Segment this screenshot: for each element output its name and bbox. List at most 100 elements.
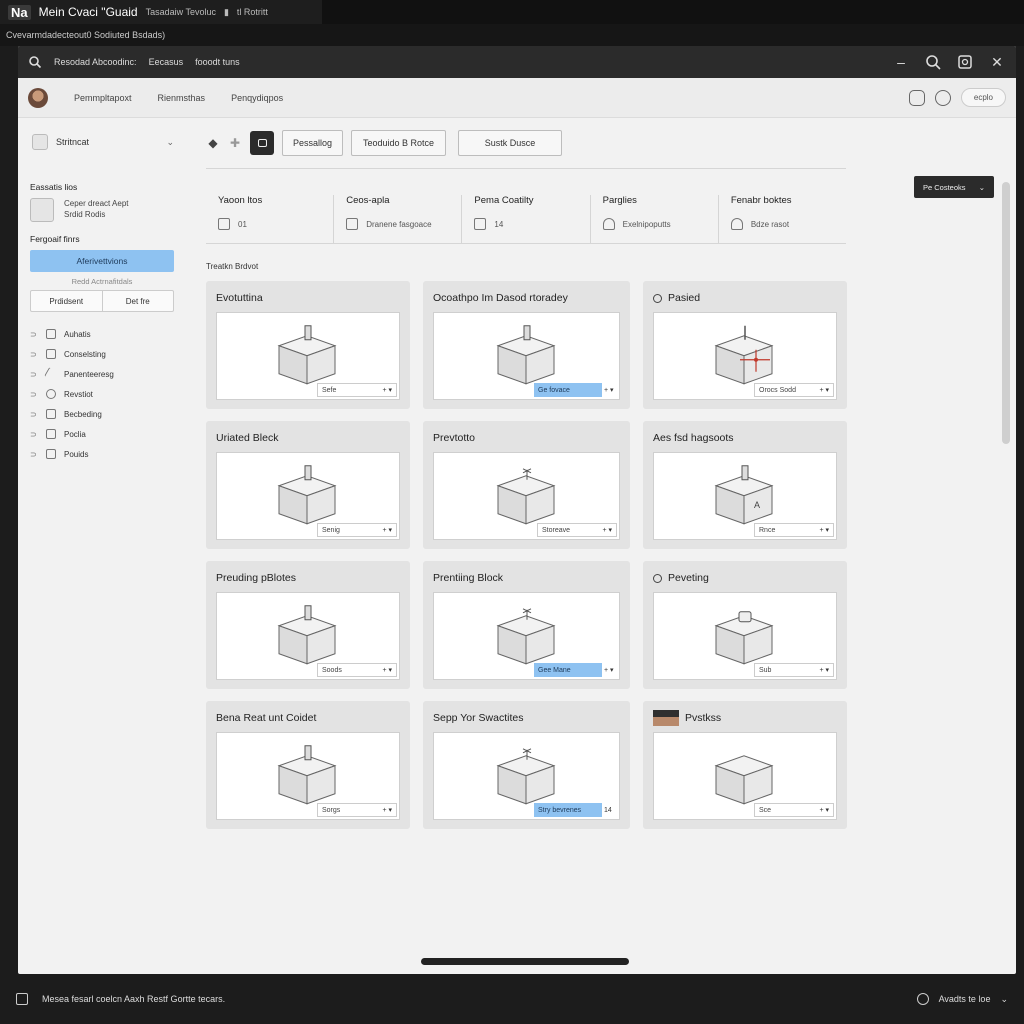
cube-icon — [277, 325, 337, 385]
power-icon[interactable] — [916, 993, 929, 1005]
screenshot-icon[interactable] — [956, 53, 974, 71]
block-preview[interactable]: Orocs Sodd + ▾ — [653, 312, 837, 400]
block-preview[interactable]: Sub + ▾ — [653, 592, 837, 680]
stat-title: Ceos-apla — [346, 195, 390, 206]
active-select[interactable]: Ge fovace — [534, 383, 602, 397]
chevron-down-icon[interactable]: ⌄ — [166, 137, 174, 148]
sidebar-item[interactable]: ⊃ Revstiot — [30, 384, 176, 404]
block-preview[interactable]: Gee Mane + ▾ — [433, 592, 620, 680]
expand-arrow-icon[interactable]: ⊃ — [30, 450, 38, 459]
avatar[interactable] — [28, 87, 48, 108]
close-icon[interactable]: ✕ — [988, 53, 1006, 71]
split-left-button[interactable]: Prdidsent — [31, 291, 103, 311]
block-select[interactable]: Orocs Sodd + ▾ — [754, 383, 834, 397]
active-select[interactable]: Gee Mane — [534, 663, 602, 677]
options-dropdown[interactable]: Pe Costeoks ⌄ — [914, 176, 994, 198]
expand-arrow-icon[interactable]: ⊃ — [30, 410, 38, 419]
expand-arrow-icon[interactable]: ⊃ — [30, 430, 38, 439]
topnav-item-1[interactable]: Pemmpltapoxt — [74, 93, 132, 103]
active-select[interactable]: Stry bevrenes — [534, 803, 602, 817]
block-card[interactable]: Aes fsd hagsoots A Rnce + ▾ — [643, 421, 847, 549]
settings-icon[interactable] — [934, 89, 951, 106]
stat-item[interactable]: Fenabr boktes Bdze rasot — [717, 195, 846, 243]
block-select[interactable]: Rnce + ▾ — [754, 523, 834, 537]
minimize-icon[interactable]: – — [892, 53, 910, 71]
split-right-button[interactable]: Det fre — [103, 291, 174, 311]
block-card[interactable]: Uriated Bleck Senig + ▾ — [206, 421, 410, 549]
sidebar-item-label: Panenteeresg — [64, 369, 114, 379]
expand-arrow-icon[interactable]: ⊃ — [30, 330, 38, 339]
block-preview[interactable]: Ge fovace + ▾ — [433, 312, 620, 400]
toolbar-button-3[interactable]: Sustk Dusce — [458, 130, 563, 156]
titlebar-tab-3[interactable]: fooodt tuns — [195, 57, 240, 67]
titlebar-tab-2[interactable]: Eecasus — [149, 57, 184, 67]
block-card[interactable]: Preuding pBlotes Soods + ▾ — [206, 561, 410, 689]
chevron-down-icon[interactable]: ⌄ — [1000, 994, 1008, 1005]
toolbar-button-1[interactable]: Pessallog — [282, 130, 344, 156]
diamond-icon[interactable]: ◆ — [206, 136, 220, 150]
block-preview[interactable]: Stry bevrenes 14 — [433, 732, 620, 820]
stat-item[interactable]: Parglies Exelnipoputts — [589, 195, 718, 243]
bug-icon — [46, 409, 56, 419]
stat-item[interactable]: Yaoon ltos 01 — [206, 195, 333, 243]
bottom-right-label[interactable]: Avadts te loe — [939, 994, 991, 1004]
stat-item[interactable]: Pema Coatilty 14 — [461, 195, 589, 243]
sidebar-item[interactable]: ⊃ Becbeding — [30, 404, 176, 424]
block-select[interactable]: Sce + ▾ — [754, 803, 834, 817]
sidebar-item[interactable]: ⊃ Panenteeresg — [30, 364, 176, 384]
sidebar-item[interactable]: ⊃ Auhatis — [30, 324, 176, 344]
block-select[interactable]: Soods + ▾ — [317, 663, 397, 677]
windows-icon[interactable] — [16, 993, 28, 1005]
sidebar-primary-button[interactable]: Aferivettvions — [30, 250, 174, 272]
block-card[interactable]: Prentiing Block Gee Mane + ▾ — [423, 561, 630, 689]
topnav-item-3[interactable]: Penqydiqpos — [231, 93, 283, 103]
block-card[interactable]: Ocoathpo Im Dasod rtoradey Ge fovace + ▾ — [423, 281, 630, 409]
titlebar-tab-1[interactable]: Resodad Abcoodinc: — [54, 57, 137, 67]
block-card[interactable]: Pvstkss Sce + ▾ — [643, 701, 847, 829]
zoom-search-icon[interactable] — [924, 53, 942, 71]
stat-item[interactable]: Ceos-apla Dranene fasgoace — [333, 195, 461, 243]
search-icon[interactable] — [28, 55, 42, 69]
expand-arrow-icon[interactable]: ⊃ — [30, 390, 38, 399]
block-card[interactable]: Evotuttina Sefe + ▾ — [206, 281, 410, 409]
block-select[interactable]: Sefe + ▾ — [317, 383, 397, 397]
block-card[interactable]: Sepp Yor Swactites Stry bevrenes 14 — [423, 701, 630, 829]
frame-tool-button[interactable] — [250, 131, 274, 155]
block-select[interactable]: Senig + ▾ — [317, 523, 397, 537]
block-preview[interactable]: Senig + ▾ — [216, 452, 400, 540]
select-tail: + ▾ — [604, 387, 614, 394]
sidebar-item[interactable]: ⊃ Poclia — [30, 424, 176, 444]
select-tail: + ▾ — [604, 667, 614, 674]
os-active-tab[interactable]: Na Mein Cvaci "Guaid Tasadaiw Tevoluc ▮ … — [0, 0, 322, 24]
vertical-scrollbar[interactable] — [1002, 182, 1010, 444]
block-preview[interactable]: Sce + ▾ — [653, 732, 837, 820]
block-preview[interactable]: Storeave + ▾ — [433, 452, 620, 540]
block-preview[interactable]: Sefe + ▾ — [216, 312, 400, 400]
status-ring-icon — [653, 573, 662, 583]
block-preview[interactable]: Sorgs + ▾ — [216, 732, 400, 820]
block-select[interactable]: Sub + ▾ — [754, 663, 834, 677]
block-preview[interactable]: Soods + ▾ — [216, 592, 400, 680]
topnav-pill-button[interactable]: ecplo — [960, 88, 1006, 107]
stat-title: Fenabr boktes — [730, 195, 792, 206]
sidebar-item[interactable]: ⊃ Pouids — [30, 444, 176, 464]
block-card[interactable]: Bena Reat unt Coidet Sorgs + ▾ — [206, 701, 410, 829]
block-card[interactable]: Prevtotto Storeave + ▾ — [423, 421, 630, 549]
block-select[interactable]: Storeave + ▾ — [537, 523, 617, 537]
plus-icon[interactable]: ✚ — [228, 136, 242, 150]
sidebar-asset-card[interactable]: Ceper dreact Aept Srdid Rodis — [30, 198, 176, 222]
block-preview[interactable]: A Rnce + ▾ — [653, 452, 837, 540]
block-card[interactable]: Peveting Sub + ▾ — [643, 561, 847, 689]
sidebar-item[interactable]: ⊃ Conselsting — [30, 344, 176, 364]
toolbar-button-2[interactable]: Teoduido B Rotce — [351, 130, 447, 156]
card-title-text: Prentiing Block — [433, 572, 504, 584]
topnav-item-2[interactable]: Rienmsthas — [158, 93, 206, 103]
toolbar-divider — [206, 168, 846, 169]
home-indicator[interactable] — [421, 958, 629, 965]
expand-arrow-icon[interactable]: ⊃ — [30, 350, 38, 359]
camera-icon[interactable] — [908, 89, 925, 106]
block-card[interactable]: Pasied Orocs Sodd + ▾ — [643, 281, 847, 409]
sidebar-header[interactable]: Stritncat ⌄ — [30, 130, 176, 154]
expand-arrow-icon[interactable]: ⊃ — [30, 370, 38, 379]
block-select[interactable]: Sorgs + ▾ — [317, 803, 397, 817]
